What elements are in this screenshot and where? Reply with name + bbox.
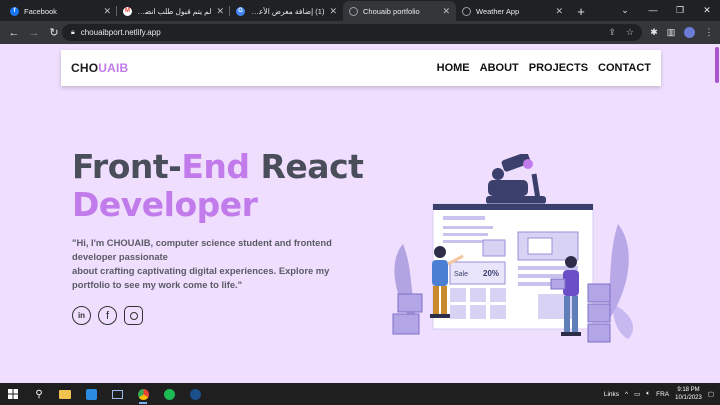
tab-title: Chouaib portfolio xyxy=(363,6,420,16)
lock-icon: 🔒︎ xyxy=(71,28,75,36)
share-icon[interactable]: ⇪ xyxy=(608,27,616,38)
linkedin-icon[interactable]: in xyxy=(72,306,91,325)
browser-tab[interactable]: Weather App ✕ xyxy=(456,1,569,21)
tab-title: لم يتم قبول طلب انضمامك xyxy=(137,6,212,16)
tab-title: Facebook xyxy=(24,6,57,16)
hero-subtitle: "Hi, I'm CHOUAIB, computer science stude… xyxy=(72,237,332,290)
browser-tab[interactable]: G (1) إضافة معرض الأعمال ✕ xyxy=(230,1,343,21)
minimize-button[interactable]: — xyxy=(640,0,666,20)
nav-link-projects[interactable]: PROJECTS xyxy=(529,62,588,74)
social-links: in f xyxy=(72,306,143,325)
hero-title: Front-End React Developer xyxy=(72,147,364,224)
developer-illustration: Sale 20% xyxy=(392,154,633,343)
browser-tab-active[interactable]: Chouaib portfolio ✕ xyxy=(343,1,456,21)
back-button[interactable]: ← xyxy=(4,23,24,43)
site-navbar: CHOUAIB HOME ABOUT PROJECTS CONTACT xyxy=(61,50,661,86)
bookmark-star-icon[interactable]: ☆ xyxy=(626,27,634,38)
menu-icon[interactable]: ⋮ xyxy=(700,22,718,42)
close-icon[interactable]: ✕ xyxy=(103,6,111,17)
extensions-icon[interactable]: ✱ xyxy=(645,22,663,42)
sale-unit: % xyxy=(492,269,499,278)
web-page: CHOUAIB HOME ABOUT PROJECTS CONTACT Fron… xyxy=(0,44,720,383)
facebook-icon[interactable]: f xyxy=(98,306,117,325)
url-text: chouaibport.netlify.app xyxy=(80,28,161,37)
restore-button[interactable]: ❐ xyxy=(667,0,693,20)
svg-text:20%: 20% xyxy=(483,269,499,278)
facebook-icon: f xyxy=(10,6,19,16)
close-icon[interactable]: ✕ xyxy=(442,6,450,17)
globe-icon xyxy=(349,6,358,16)
volume-icon[interactable]: 🔈︎ xyxy=(646,390,650,398)
site-logo[interactable]: CHOUAIB xyxy=(71,61,128,75)
sale-label: Sale xyxy=(454,271,468,278)
close-icon[interactable]: ✕ xyxy=(329,6,337,17)
clock[interactable]: 9:18 PM 10/1/2023 xyxy=(675,386,702,402)
tab-title: (1) إضافة معرض الأعمال xyxy=(250,6,325,16)
system-tray: Links ^ ▭ 🔈︎ FRA 9:18 PM 10/1/2023 ▢ xyxy=(604,383,720,405)
tab-search-icon[interactable]: ⌄ xyxy=(612,0,638,20)
vscode-icon[interactable] xyxy=(78,383,104,405)
address-bar[interactable]: 🔒︎ chouaibport.netlify.app ⇪ ☆ xyxy=(62,24,642,41)
nav-menu: HOME ABOUT PROJECTS CONTACT xyxy=(437,62,651,74)
browser-tab[interactable]: f Facebook ✕ xyxy=(4,1,117,21)
photos-icon[interactable] xyxy=(104,383,130,405)
windows-taskbar: ⚲ Links ^ ▭ 🔈︎ FRA 9:18 PM 10/1/2023 ▢ xyxy=(0,383,720,405)
language-indicator[interactable]: FRA xyxy=(656,391,669,398)
forward-button[interactable]: → xyxy=(24,23,44,43)
spotify-icon[interactable] xyxy=(156,383,182,405)
tab-strip: f Facebook ✕ M لم يتم قبول طلب انضمامك ✕… xyxy=(0,0,720,21)
chevron-up-icon[interactable]: ^ xyxy=(625,391,628,398)
nav-link-contact[interactable]: CONTACT xyxy=(598,62,651,74)
notification-icon[interactable]: ▢ xyxy=(708,390,714,398)
browser-toolbar: ← → ↻ 🔒︎ chouaibport.netlify.app ⇪ ☆ xyxy=(0,21,720,44)
tab-title: Weather App xyxy=(476,6,520,16)
nav-link-about[interactable]: ABOUT xyxy=(480,62,519,74)
network-icon[interactable]: ▭ xyxy=(634,390,640,398)
search-icon[interactable]: ⚲ xyxy=(26,383,52,405)
profile-avatar[interactable] xyxy=(680,22,698,42)
close-icon[interactable]: ✕ xyxy=(555,6,563,17)
side-panel-icon[interactable]: ▥ xyxy=(662,22,680,42)
steam-icon[interactable] xyxy=(182,383,208,405)
tray-links[interactable]: Links xyxy=(604,391,619,398)
reload-button[interactable]: ↻ xyxy=(44,23,64,43)
instagram-icon[interactable] xyxy=(124,306,143,325)
browser-tab[interactable]: M لم يتم قبول طلب انضمامك ✕ xyxy=(117,1,230,21)
globe-icon xyxy=(462,6,471,16)
close-window-button[interactable]: ✕ xyxy=(694,0,720,20)
file-explorer-icon[interactable] xyxy=(52,383,78,405)
gmail-icon: M xyxy=(123,6,132,16)
close-icon[interactable]: ✕ xyxy=(216,6,224,17)
nav-link-home[interactable]: HOME xyxy=(437,62,470,74)
new-tab-button[interactable]: + xyxy=(571,1,591,21)
google-icon: G xyxy=(236,6,245,16)
windows-icon[interactable] xyxy=(0,383,26,405)
chrome-icon[interactable] xyxy=(130,383,156,405)
page-scrollbar[interactable] xyxy=(714,44,720,383)
